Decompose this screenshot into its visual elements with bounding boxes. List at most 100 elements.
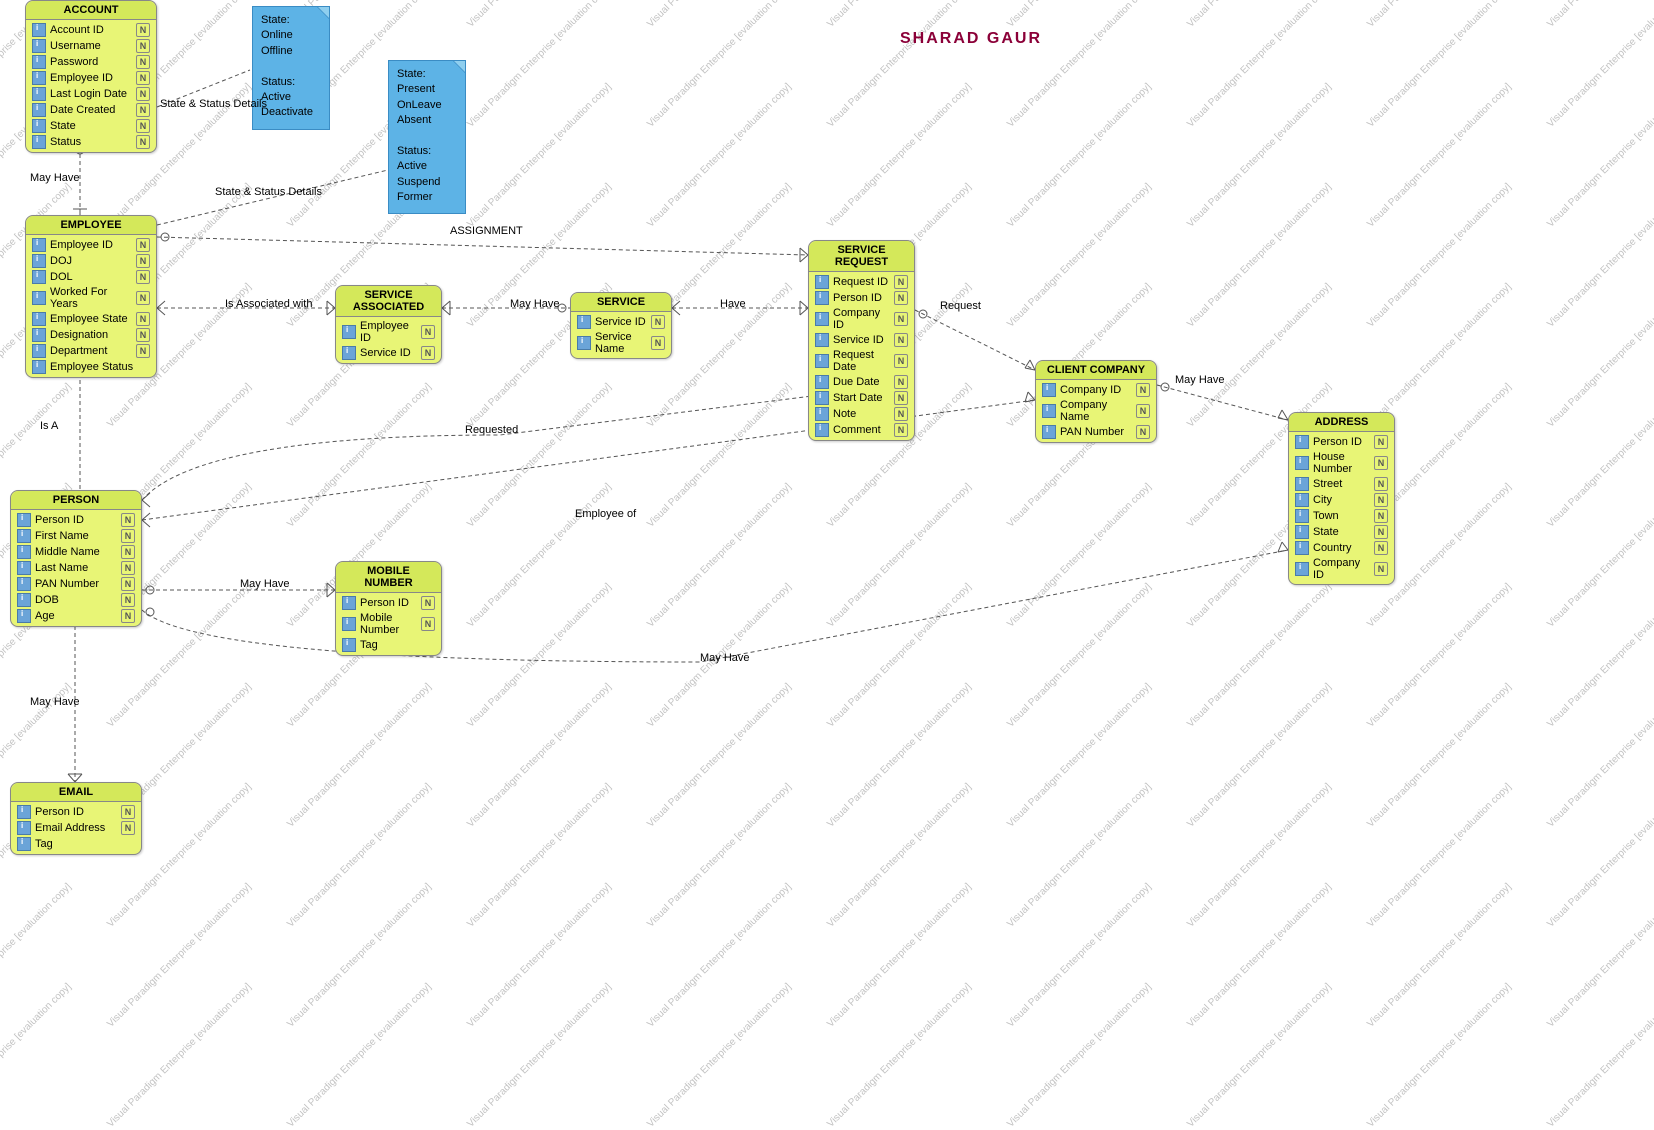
attribute-row: First NameN (15, 528, 137, 544)
attribute-icon (1295, 456, 1309, 470)
attribute-icon (17, 513, 31, 527)
nullable-badge: N (651, 315, 665, 329)
attribute-row: Person IDN (15, 512, 137, 528)
nullable-badge: N (121, 561, 135, 575)
entity-title: SERVICE ASSOCIATED (336, 286, 441, 317)
connections-svg (0, 0, 1654, 1001)
attribute-icon (342, 346, 356, 360)
attribute-name: Account ID (50, 24, 132, 36)
nullable-badge: N (1374, 562, 1388, 576)
attribute-icon (32, 135, 46, 149)
attribute-icon (32, 103, 46, 117)
attribute-row: Employee IDN (30, 70, 152, 86)
attribute-icon (815, 407, 829, 421)
note-employee-states: State:PresentOnLeaveAbsent Status:Active… (388, 60, 466, 214)
nullable-badge: N (421, 346, 435, 360)
attribute-icon (32, 291, 46, 305)
attribute-icon (342, 325, 356, 339)
attribute-row: DOLN (30, 269, 152, 285)
label-is-associated: Is Associated with (225, 298, 312, 310)
entity-client-company[interactable]: CLIENT COMPANYCompany IDNCompany NameNPA… (1035, 360, 1157, 443)
attribute-row: Employee IDN (30, 237, 152, 253)
label-requested: Requested (465, 424, 518, 436)
attribute-icon (32, 23, 46, 37)
attribute-row: Email AddressN (15, 820, 137, 836)
attribute-name: Person ID (35, 806, 117, 818)
nullable-badge: N (894, 333, 908, 347)
attribute-icon (17, 837, 31, 851)
label-is-a: Is A (40, 420, 58, 432)
attribute-icon (342, 617, 356, 631)
attribute-name: Tag (35, 838, 135, 850)
attribute-row: Worked For YearsN (30, 285, 152, 311)
attribute-name: PAN Number (35, 578, 117, 590)
attribute-row: StateN (30, 118, 152, 134)
label-request: Request (940, 300, 981, 312)
attribute-name: Comment (833, 424, 890, 436)
attribute-row: Person IDN (340, 595, 437, 611)
attribute-icon (1295, 435, 1309, 449)
nullable-badge: N (1374, 477, 1388, 491)
label-assignment: ASSIGNMENT (450, 225, 523, 237)
attribute-icon (815, 275, 829, 289)
attribute-icon (17, 577, 31, 591)
attribute-icon (32, 254, 46, 268)
nullable-badge: N (136, 291, 150, 305)
attribute-name: Employee Status (50, 361, 150, 373)
entity-service-associated[interactable]: SERVICE ASSOCIATEDEmployee IDN Service ID… (335, 285, 442, 364)
nullable-badge: N (894, 391, 908, 405)
attribute-name: Company ID (833, 307, 890, 331)
attribute-name: Company ID (1313, 557, 1370, 581)
attribute-name: Email Address (35, 822, 117, 834)
attribute-row: House NumberN (1293, 450, 1390, 476)
attribute-row: Last Login DateN (30, 86, 152, 102)
attribute-row: Street N (1293, 476, 1390, 492)
attribute-icon (32, 71, 46, 85)
entity-title: ACCOUNT (26, 1, 156, 20)
nullable-badge: N (136, 87, 150, 101)
attribute-name: Company Name (1060, 399, 1132, 423)
nullable-badge: N (136, 135, 150, 149)
entity-person[interactable]: PERSONPerson IDNFirst NameNMiddle NameNL… (10, 490, 142, 627)
label-state-status-2: State & Status Details (215, 186, 322, 198)
nullable-badge: N (894, 375, 908, 389)
entity-service[interactable]: SERVICEService IDNService NameN (570, 292, 672, 359)
attribute-icon (815, 375, 829, 389)
nullable-badge: N (1374, 525, 1388, 539)
attribute-row: DesignationN (30, 327, 152, 343)
entity-employee[interactable]: EMPLOYEEEmployee IDNDOJNDOLNWorked For Y… (25, 215, 157, 378)
attribute-name: Date Created (50, 104, 132, 116)
nullable-badge: N (894, 423, 908, 437)
attribute-icon (32, 360, 46, 374)
attribute-name: Street (1313, 478, 1370, 490)
nullable-badge: N (121, 593, 135, 607)
label-may-have-4: May Have (1175, 374, 1225, 386)
entity-title: PERSON (11, 491, 141, 510)
attribute-icon (815, 291, 829, 305)
attribute-row: Account IDN (30, 22, 152, 38)
entity-address[interactable]: ADDRESSPerson IDNHouse NumberNStreetNCit… (1288, 412, 1395, 585)
label-state-status-1: State & Status Details (160, 98, 267, 110)
attribute-icon (1042, 425, 1056, 439)
attribute-row: Employee IDN (340, 319, 437, 345)
label-may-have-1: May Have (30, 172, 80, 184)
label-may-have-6: May Have (700, 652, 750, 664)
entity-account[interactable]: ACCOUNTAccount IDNUsernameNPasswordNEmpl… (25, 0, 157, 153)
attribute-row: Person IDN (813, 290, 910, 306)
entity-title: EMPLOYEE (26, 216, 156, 235)
attribute-icon (815, 423, 829, 437)
attribute-name: Service ID (360, 347, 417, 359)
attribute-name: PAN Number (1060, 426, 1132, 438)
attribute-name: DOB (35, 594, 117, 606)
label-may-have-3: May Have (510, 298, 560, 310)
entity-title: ADDRESS (1289, 413, 1394, 432)
attribute-row: StatusN (30, 134, 152, 150)
attribute-icon (32, 312, 46, 326)
attribute-icon (1042, 383, 1056, 397)
attribute-icon (17, 561, 31, 575)
entity-service-request[interactable]: SERVICE REQUESTRequest IDNPerson IDNComp… (808, 240, 915, 441)
entity-email[interactable]: EMAILPerson IDNEmail AddressNTag (10, 782, 142, 855)
entity-mobile-number[interactable]: MOBILE NUMBERPerson IDNMobile NumberNTag (335, 561, 442, 656)
entity-title: CLIENT COMPANY (1036, 361, 1156, 380)
nullable-badge: N (136, 103, 150, 117)
